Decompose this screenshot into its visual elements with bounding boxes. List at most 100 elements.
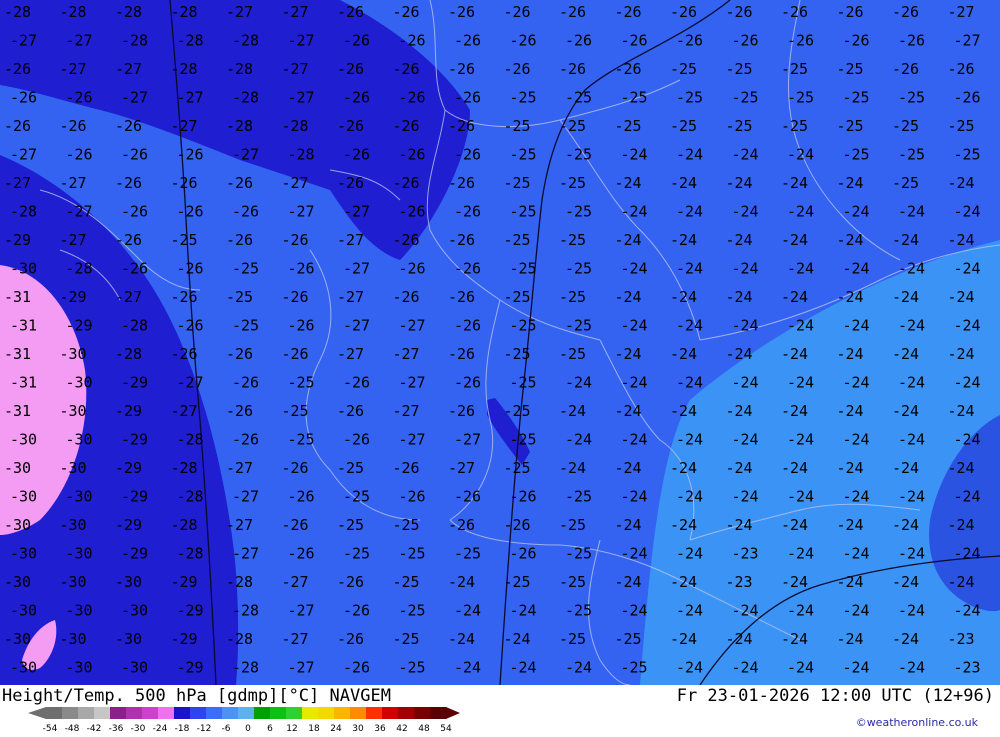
temperature-label: -24 xyxy=(732,203,759,221)
temperature-label: -24 xyxy=(948,174,975,192)
temperature-label: -27 xyxy=(121,89,148,107)
legend-tick-label: -12 xyxy=(197,724,212,733)
temperature-label: -24 xyxy=(510,659,537,677)
temperature-label: -25 xyxy=(559,174,586,192)
credit-link[interactable]: ©weatheronline.co.uk xyxy=(856,716,978,729)
temperature-label: -28 xyxy=(177,431,204,449)
temperature-label: -24 xyxy=(670,231,697,249)
temperature-label: -25 xyxy=(621,89,648,107)
temperature-label: -26 xyxy=(282,459,309,477)
temperature-label: -24 xyxy=(676,374,703,392)
temperature-label: -26 xyxy=(732,32,759,50)
legend-tick-label: 24 xyxy=(330,724,342,733)
temperature-label: -26 xyxy=(226,402,253,420)
temperature-label: -24 xyxy=(615,573,642,591)
temperature-label: -28 xyxy=(226,60,253,78)
temperature-label: -25 xyxy=(510,374,537,392)
temperature-label: -24 xyxy=(621,317,648,335)
temperature-label: -26 xyxy=(787,32,814,50)
temperature-label: -26 xyxy=(954,89,981,107)
temperature-label: -25 xyxy=(399,659,426,677)
legend-tick-label: 30 xyxy=(352,724,364,733)
temperature-label: -25 xyxy=(510,260,537,278)
temperature-label: -27 xyxy=(282,174,309,192)
temperature-label: -24 xyxy=(787,431,814,449)
temperature-label: -26 xyxy=(337,402,364,420)
temperature-label: -24 xyxy=(898,659,925,677)
temperature-label: -24 xyxy=(615,288,642,306)
temperature-label: -30 xyxy=(66,545,93,563)
temperature-label: -24 xyxy=(615,345,642,363)
temperature-label: -27 xyxy=(171,402,198,420)
map-title: Height/Temp. 500 hPa [gdmp][°C] NAVGEM xyxy=(2,686,391,706)
temperature-label: -24 xyxy=(615,231,642,249)
temperature-label: -26 xyxy=(343,32,370,50)
temperature-label: -24 xyxy=(954,431,981,449)
temperature-label: -23 xyxy=(954,659,981,677)
temperature-label: -24 xyxy=(892,231,919,249)
temperature-label: -25 xyxy=(837,117,864,135)
legend-swatch xyxy=(382,707,399,719)
weather-map: -28 -28 -28 -28 -27 -27 -26 -26 -26 -26 -26 -26 -26 -… xyxy=(0,0,1000,685)
temperature-label: -28 xyxy=(115,3,142,21)
temperature-label: -28 xyxy=(10,203,37,221)
legend-tick-label: -42 xyxy=(87,724,102,733)
legend-tick-label: 6 xyxy=(267,724,273,733)
temperature-label: -25 xyxy=(565,317,592,335)
temperature-label: -29 xyxy=(4,231,31,249)
temperature-label: -24 xyxy=(565,659,592,677)
temperature-label: -26 xyxy=(232,374,259,392)
temperature-label: -29 xyxy=(177,659,204,677)
temperature-label: -25 xyxy=(565,602,592,620)
temperature-label: -24 xyxy=(787,260,814,278)
temperature-label: -25 xyxy=(559,630,586,648)
temperature-label: -24 xyxy=(954,488,981,506)
temperature-label: -26 xyxy=(898,32,925,50)
temperature-label: -24 xyxy=(781,516,808,534)
temperature-label: -30 xyxy=(66,431,93,449)
temperature-label: -25 xyxy=(559,117,586,135)
temperature-label: -26 xyxy=(615,3,642,21)
temperature-label: -27 xyxy=(399,374,426,392)
temperature-label: -27 xyxy=(66,32,93,50)
temperature-label: -24 xyxy=(732,488,759,506)
temperature-label: -26 xyxy=(66,146,93,164)
temperature-label: -26 xyxy=(226,231,253,249)
temperature-label: -28 xyxy=(226,573,253,591)
temperature-label: -30 xyxy=(4,516,31,534)
temperature-label: -25 xyxy=(565,89,592,107)
temperature-label: -25 xyxy=(670,117,697,135)
temperature-label: -27 xyxy=(337,288,364,306)
legend-swatch xyxy=(174,707,191,719)
temperature-label: -25 xyxy=(948,117,975,135)
temperature-label: -27 xyxy=(288,89,315,107)
temperature-label: -24 xyxy=(837,288,864,306)
temperature-label: -24 xyxy=(948,402,975,420)
temperature-label: -26 xyxy=(559,3,586,21)
legend-swatch xyxy=(62,707,79,719)
legend-swatch xyxy=(78,707,95,719)
temperature-label: -26 xyxy=(454,488,481,506)
temperature-label: -24 xyxy=(892,630,919,648)
temperature-label: -29 xyxy=(177,602,204,620)
temperature-label: -30 xyxy=(10,659,37,677)
temperature-label: -24 xyxy=(615,459,642,477)
temperature-label: -27 xyxy=(171,117,198,135)
temperature-label: -28 xyxy=(226,630,253,648)
temperature-label: -26 xyxy=(454,260,481,278)
temperature-label: -26 xyxy=(288,317,315,335)
temperature-label: -24 xyxy=(726,459,753,477)
temperature-label: -24 xyxy=(676,659,703,677)
temperature-label: -24 xyxy=(787,659,814,677)
temperature-label: -28 xyxy=(282,117,309,135)
temperature-label: -25 xyxy=(504,174,531,192)
temperature-label: -26 xyxy=(337,573,364,591)
temperature-label: -26 xyxy=(615,60,642,78)
temperature-label: -25 xyxy=(343,545,370,563)
temperature-label: -27 xyxy=(282,3,309,21)
legend-swatch xyxy=(94,707,111,719)
legend-svg: -54 -48 -42 -36 -30 -24 -18 -12 -6 0 6 12 18 24 30 36 42… xyxy=(28,707,460,734)
temperature-label: -25 xyxy=(282,402,309,420)
temperature-label: -24 xyxy=(565,374,592,392)
temperature-label: -30 xyxy=(60,345,87,363)
